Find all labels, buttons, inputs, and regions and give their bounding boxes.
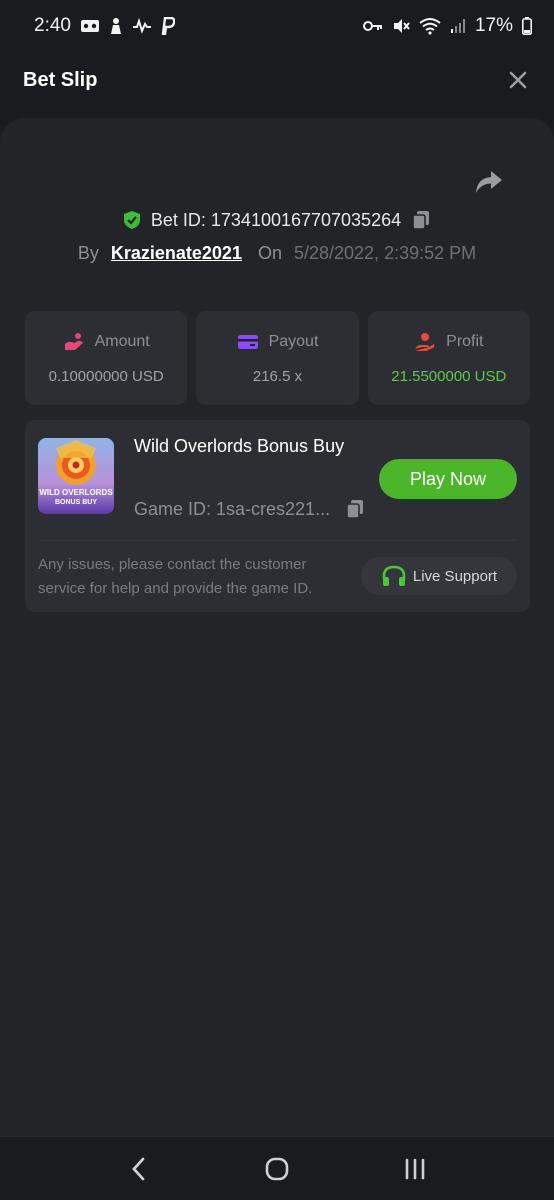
profit-value: 21.5500000 USD (391, 367, 507, 385)
bet-slip-sheet: Bet ID: 1734100167707035264 By Krazienat… (0, 118, 554, 1136)
game-card: WILD OVERLORDS BONUS BUY Wild Overlords … (25, 420, 530, 612)
copy-bet-id-icon[interactable] (410, 209, 432, 231)
game-id-row: Game ID: 1sa-cres221... (134, 498, 374, 520)
thumb-title-line2: BONUS BUY (55, 499, 97, 506)
thumb-title-line1: WILD OVERLORDS (39, 488, 113, 497)
card-icon (237, 334, 258, 349)
wifi-icon (419, 17, 441, 35)
profit-label: Profit (446, 332, 484, 350)
payout-stat: Payout 216.5 x (196, 311, 359, 405)
profit-icon (415, 332, 435, 351)
on-label: On (257, 242, 282, 263)
status-left: 2:40 (34, 15, 175, 37)
person-icon (109, 17, 123, 35)
battery-icon (522, 17, 532, 35)
amount-stat: Amount 0.10000000 USD (25, 311, 188, 405)
bet-meta-row: By Krazienate2021 On 5/28/2022, 2:39:52 … (0, 238, 554, 268)
voicemail-icon (80, 19, 100, 33)
payout-value: 216.5 x (252, 367, 303, 385)
page-title: Bet Slip (23, 68, 98, 91)
home-icon (265, 1157, 289, 1180)
battery-percent: 17% (474, 15, 513, 36)
home-button[interactable] (257, 1149, 297, 1189)
close-button[interactable] (504, 66, 532, 94)
share-button[interactable] (474, 168, 504, 196)
cell-signal-icon (450, 18, 466, 34)
play-now-button[interactable]: Play Now (379, 459, 517, 499)
back-icon (132, 1157, 145, 1180)
copy-game-id-icon[interactable] (344, 498, 366, 520)
headphones-icon (382, 565, 406, 586)
bet-date: 5/28/2022, 2:39:52 PM (293, 242, 477, 263)
key-icon (362, 20, 383, 32)
support-text: Any issues, please contact the customer … (38, 556, 313, 597)
back-button[interactable] (119, 1149, 159, 1189)
header: Bet Slip (0, 52, 554, 108)
share-icon (476, 171, 502, 193)
signal-monitor-icon (132, 18, 152, 34)
by-label: By (77, 242, 99, 263)
paypal-icon (161, 17, 175, 35)
payout-label: Payout (268, 332, 319, 350)
amount-value: 0.10000000 USD (48, 367, 164, 385)
recents-icon (405, 1158, 425, 1179)
amount-icon (64, 332, 83, 350)
recents-button[interactable] (395, 1149, 435, 1189)
live-support-label: Live Support (412, 567, 498, 585)
bet-id-label: Bet ID: 1734100167707035264 (150, 209, 402, 230)
live-support-button[interactable]: Live Support (361, 557, 517, 595)
username-link[interactable]: Krazienate2021 (111, 243, 242, 264)
system-nav-bar (0, 1136, 554, 1200)
bet-id-row: Bet ID: 1734100167707035264 (0, 206, 554, 234)
status-time: 2:40 (34, 15, 71, 36)
close-icon (509, 71, 527, 89)
status-right: 17% (362, 15, 532, 37)
game-thumbnail[interactable]: WILD OVERLORDS BONUS BUY (38, 438, 114, 514)
game-id: Game ID: 1sa-cres221... (134, 498, 331, 519)
stats-row: Amount 0.10000000 USD Payout 216.5 x Pro… (25, 311, 530, 405)
divider (38, 540, 517, 541)
mute-icon (392, 17, 410, 35)
amount-label: Amount (94, 332, 150, 350)
status-bar: 2:40 17% (0, 0, 554, 52)
game-title[interactable]: Wild Overlords Bonus Buy (134, 432, 354, 461)
shield-check-icon (123, 211, 140, 229)
profit-stat: Profit 21.5500000 USD (367, 311, 530, 405)
